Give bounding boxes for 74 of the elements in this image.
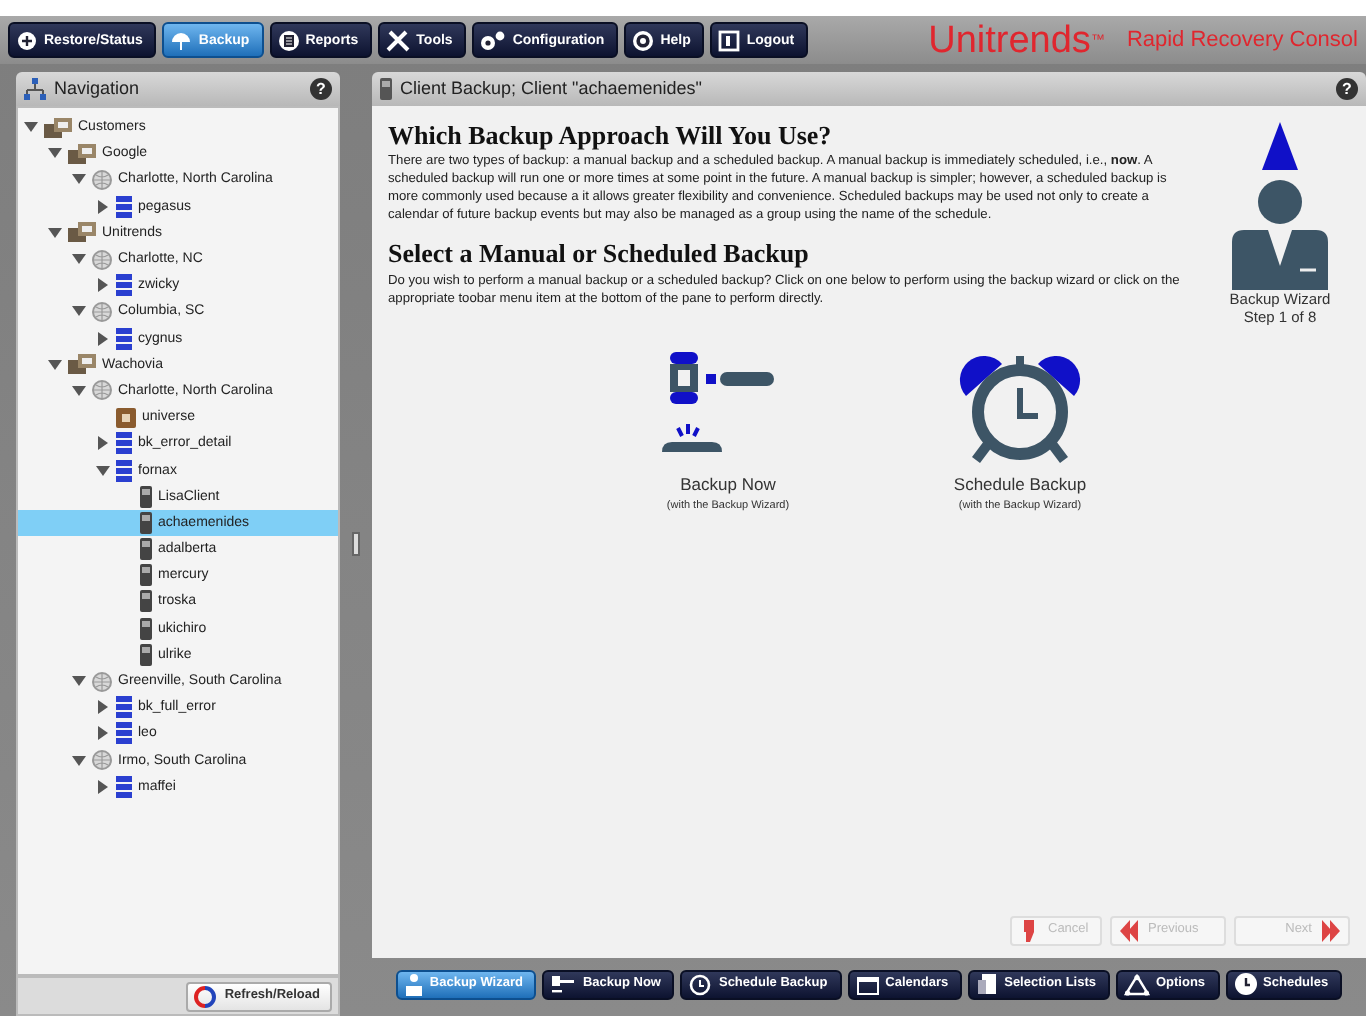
expand-arrow-icon[interactable] bbox=[96, 199, 110, 214]
device-icon bbox=[140, 564, 152, 587]
globe-icon bbox=[92, 249, 112, 270]
collapse-arrow-icon[interactable] bbox=[72, 674, 86, 689]
device-icon bbox=[380, 78, 392, 100]
collapse-arrow-icon[interactable] bbox=[48, 357, 62, 372]
panel-title: Client Backup; Client "achaemenides" bbox=[400, 75, 704, 102]
globe-icon bbox=[92, 169, 112, 190]
expand-arrow-icon[interactable] bbox=[96, 331, 110, 346]
help-icon bbox=[632, 29, 655, 51]
option-label: Backup Now bbox=[680, 472, 776, 498]
section-heading: Which Backup Approach Will You Use? bbox=[388, 122, 834, 151]
device-icon bbox=[140, 485, 152, 508]
option-label: Schedule Backup bbox=[953, 472, 1087, 498]
collapse-arrow-icon[interactable] bbox=[48, 146, 62, 161]
collapse-arrow-icon[interactable] bbox=[96, 463, 110, 478]
device-icon bbox=[140, 511, 152, 534]
server-icon bbox=[116, 195, 132, 218]
tools-icon bbox=[386, 29, 411, 51]
globe-icon bbox=[92, 301, 112, 322]
server-icon bbox=[116, 459, 132, 482]
circle-icon bbox=[16, 29, 38, 51]
collapse-arrow-icon[interactable] bbox=[72, 383, 86, 398]
alarm-clock-icon bbox=[954, 352, 1086, 464]
back-arrow-icon bbox=[1120, 920, 1138, 942]
expand-arrow-icon[interactable] bbox=[96, 700, 110, 715]
umbrella-icon bbox=[170, 29, 193, 51]
help-button[interactable]: ? bbox=[1336, 78, 1358, 100]
expand-arrow-icon[interactable] bbox=[96, 779, 110, 794]
clipboard-icon bbox=[976, 972, 999, 996]
customer-icon bbox=[44, 117, 72, 138]
device-icon bbox=[140, 590, 152, 613]
collapse-arrow-icon[interactable] bbox=[72, 172, 86, 187]
customer-icon bbox=[68, 143, 96, 164]
network-icon bbox=[1123, 973, 1150, 995]
collapse-arrow-icon[interactable] bbox=[72, 304, 86, 319]
server-icon bbox=[116, 696, 132, 719]
customer-icon bbox=[68, 222, 96, 243]
clock-icon bbox=[1233, 972, 1258, 996]
calendar-icon bbox=[855, 973, 880, 995]
refresh-icon bbox=[194, 985, 217, 1007]
brand-logo: Unitrends$^{™}$ bbox=[928, 21, 1105, 59]
collapse-arrow-icon[interactable] bbox=[48, 225, 62, 240]
collapse-arrow-icon[interactable] bbox=[24, 120, 38, 135]
server-icon bbox=[116, 722, 132, 745]
section-heading: Select a Manual or Scheduled Backup bbox=[388, 240, 811, 270]
expand-arrow-icon[interactable] bbox=[96, 726, 110, 741]
splitter-handle[interactable] bbox=[352, 532, 360, 556]
expand-arrow-icon[interactable] bbox=[96, 278, 110, 293]
customer-icon bbox=[68, 354, 96, 375]
panel-title: Navigation bbox=[54, 75, 142, 102]
globe-icon bbox=[92, 380, 112, 401]
collapse-arrow-icon[interactable] bbox=[72, 753, 86, 768]
server-icon bbox=[116, 327, 132, 350]
appliance-icon bbox=[116, 407, 136, 428]
device-icon bbox=[140, 538, 152, 561]
device-icon bbox=[140, 617, 152, 640]
globe-icon bbox=[92, 750, 112, 771]
gavel-icon bbox=[550, 974, 577, 994]
collapse-arrow-icon[interactable] bbox=[72, 252, 86, 267]
navigation-icon bbox=[24, 78, 46, 100]
person-icon bbox=[403, 972, 424, 996]
server-icon bbox=[116, 432, 132, 455]
product-title: Rapid Recovery Consol bbox=[1126, 25, 1358, 56]
device-icon bbox=[140, 643, 152, 666]
help-button[interactable]: ? bbox=[310, 78, 332, 100]
server-icon bbox=[116, 775, 132, 798]
document-icon bbox=[277, 29, 300, 51]
clock-icon bbox=[688, 972, 713, 996]
forward-arrow-icon bbox=[1322, 920, 1340, 942]
expand-arrow-icon[interactable] bbox=[96, 436, 110, 451]
globe-icon bbox=[92, 671, 112, 692]
server-icon bbox=[116, 274, 132, 297]
door-icon bbox=[718, 29, 741, 51]
